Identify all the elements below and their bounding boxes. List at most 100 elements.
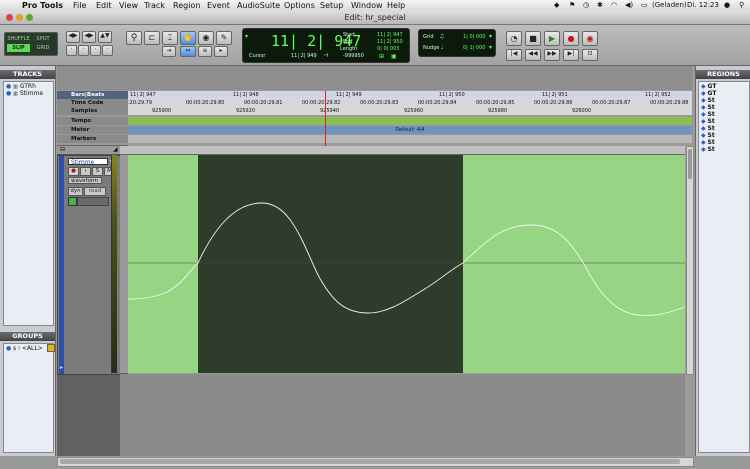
menu-track[interactable]: Track: [144, 0, 165, 11]
trim-tool-icon[interactable]: ⊏: [144, 31, 160, 45]
track-name-field[interactable]: Stimme: [68, 158, 108, 166]
meter-ruler[interactable]: Meter Default: 4/4: [57, 126, 692, 134]
timecode-lane[interactable]: :20:29.79 00:00:20:29.80 00:00:20:29.81 00:…: [128, 99, 692, 107]
bars-beats-ruler[interactable]: Bars|Beats 11| 2| 947 11| 2| 948 11| 2| 94…: [57, 91, 692, 99]
meter-value[interactable]: Default: 4/4: [128, 126, 692, 134]
vertical-scroll-thumb[interactable]: [688, 149, 692, 179]
automation-mode-selector[interactable]: read: [84, 187, 106, 196]
region-list-item[interactable]: ◆ GT: [701, 90, 716, 97]
time-selection[interactable]: [198, 155, 463, 373]
track-timebase-icon[interactable]: [68, 197, 77, 206]
tab-to-transient-icon[interactable]: ⇥: [162, 46, 176, 57]
user-icon[interactable]: ●: [724, 0, 730, 11]
audio-region[interactable]: [120, 155, 685, 373]
zoom-in-button[interactable]: ◀▶: [82, 31, 96, 43]
samples-ruler[interactable]: Samples 925900 925920 925940 925960 925980 92…: [57, 107, 692, 115]
counter-dropdown-icon[interactable]: ▾: [245, 33, 248, 40]
track-view-selector[interactable]: waveform: [68, 177, 102, 184]
shuffle-mode-button[interactable]: SHUFFLE: [7, 35, 30, 43]
nudge-dropdown-icon[interactable]: ▾: [489, 44, 492, 51]
track-playlist-stimme[interactable]: [120, 155, 685, 373]
spot-mode-button[interactable]: SPOT: [32, 35, 54, 43]
track-view-toggle-icon[interactable]: ◢: [113, 146, 118, 154]
online-icon[interactable]: ◔: [506, 31, 522, 46]
transport-extra-icon[interactable]: ⊡: [582, 49, 598, 61]
edit-horizontal-scrollbar[interactable]: [57, 457, 694, 467]
timecode-ruler[interactable]: Time Code :20:29.79 00:00:20:29.80 00:00:2…: [57, 99, 692, 107]
edit-vertical-scrollbar[interactable]: [686, 146, 694, 375]
zoom-preset-2[interactable]: ·: [78, 45, 89, 56]
menu-options[interactable]: Options: [284, 0, 315, 11]
markers-lane[interactable]: [128, 135, 692, 143]
menu-edit[interactable]: Edit: [96, 0, 112, 11]
region-list-item[interactable]: ◆ St: [701, 146, 715, 153]
battery-icon[interactable]: ▭: [641, 0, 648, 11]
grid-dropdown-icon[interactable]: ▾: [489, 33, 492, 40]
markers-ruler[interactable]: Markers: [57, 135, 692, 143]
link-timeline-edit-icon[interactable]: ⇔: [180, 46, 196, 57]
menu-region[interactable]: Region: [173, 0, 200, 11]
region-list-item[interactable]: ◆ GT: [701, 83, 716, 90]
menu-window[interactable]: Window: [351, 0, 383, 11]
sync-icon[interactable]: ▣: [391, 53, 397, 60]
region-list-item[interactable]: ◆ St: [701, 125, 715, 132]
insertion-follows-playback-icon[interactable]: ▸: [214, 46, 228, 57]
grabber-tool-icon[interactable]: ✋: [180, 31, 196, 45]
bluetooth-icon[interactable]: ✱: [597, 0, 603, 11]
menu-file[interactable]: File: [73, 0, 86, 11]
start-value[interactable]: 11| 2| 947: [377, 32, 403, 38]
menu-clock[interactable]: Di. 12:23: [687, 0, 719, 11]
menu-view[interactable]: View: [119, 0, 138, 11]
show-track-icon[interactable]: ●: [6, 83, 11, 90]
spotlight-icon[interactable]: ⚲: [739, 0, 744, 11]
playhead-cursor[interactable]: [325, 91, 326, 154]
bars-beats-lane[interactable]: 11| 2| 947 11| 2| 948 11| 2| 949 11| 2| 950…: [128, 91, 692, 99]
solo-button[interactable]: S: [92, 167, 103, 176]
time-machine-icon[interactable]: ◷: [583, 0, 589, 11]
tracks-menu-icon[interactable]: ⊟: [60, 146, 65, 154]
zoom-preset-1[interactable]: ·: [66, 45, 77, 56]
track-list-item-stimme[interactable]: ● ▥ Stimme: [6, 90, 43, 98]
return-to-zero-icon[interactable]: |◀: [506, 49, 522, 61]
dropbox-icon[interactable]: ◆: [554, 0, 559, 11]
playlist-selector[interactable]: dyn: [68, 187, 83, 196]
tempo-lane[interactable]: [128, 117, 692, 125]
region-list-item[interactable]: ◆ St: [701, 104, 715, 111]
zoom-preset-3[interactable]: ·: [90, 45, 101, 56]
vertical-zoom-button[interactable]: ▲▼: [98, 31, 112, 43]
region-list-item[interactable]: ◆ St: [701, 111, 715, 118]
flag-icon[interactable]: ⚑: [569, 0, 575, 11]
region-list-item[interactable]: ◆ St: [701, 118, 715, 125]
play-icon[interactable]: ▶: [544, 31, 560, 46]
loop-record-icon[interactable]: ◉: [582, 31, 598, 46]
samples-lane[interactable]: 925900 925920 925940 925960 925980 926000: [128, 107, 692, 115]
scrubber-tool-icon[interactable]: ◉: [198, 31, 214, 45]
menu-audiosuite[interactable]: AudioSuite: [237, 0, 280, 11]
group-enabled-icon[interactable]: ●: [6, 345, 11, 352]
volume-icon[interactable]: ◀): [625, 0, 633, 11]
zoom-out-button[interactable]: ◀▶: [66, 31, 80, 43]
end-value[interactable]: 11| 2| 950: [377, 39, 403, 45]
horizontal-scroll-thumb[interactable]: [60, 459, 680, 464]
track-comments-field[interactable]: [77, 197, 109, 206]
stop-icon[interactable]: ■: [525, 31, 541, 46]
region-list-item[interactable]: ◆ St: [701, 132, 715, 139]
menu-event[interactable]: Event: [207, 0, 230, 11]
slip-mode-button[interactable]: SLIP: [7, 44, 30, 52]
menu-app-name[interactable]: Pro Tools: [22, 0, 63, 11]
selector-tool-icon[interactable]: ⌶: [162, 31, 178, 45]
length-value[interactable]: 0| 0| 003: [377, 46, 399, 52]
input-monitor-icon[interactable]: ı: [80, 167, 91, 176]
link-track-edit-icon[interactable]: ≡: [198, 46, 212, 57]
zoom-preset-4[interactable]: ·: [102, 45, 113, 56]
tempo-ruler[interactable]: Tempo: [57, 117, 692, 125]
grid-value[interactable]: 1| 0| 000: [463, 34, 485, 40]
fast-forward-icon[interactable]: ▶▶: [544, 49, 560, 61]
group-item-all[interactable]: ● $ ! <ALL>: [6, 345, 43, 353]
menu-help[interactable]: Help: [387, 0, 405, 11]
show-track-icon[interactable]: ●: [6, 90, 11, 97]
grid-mode-button[interactable]: GRID: [32, 44, 54, 52]
wifi-icon[interactable]: ◠: [611, 0, 617, 11]
pencil-tool-icon[interactable]: ✎: [216, 31, 232, 45]
menu-setup[interactable]: Setup: [320, 0, 343, 11]
